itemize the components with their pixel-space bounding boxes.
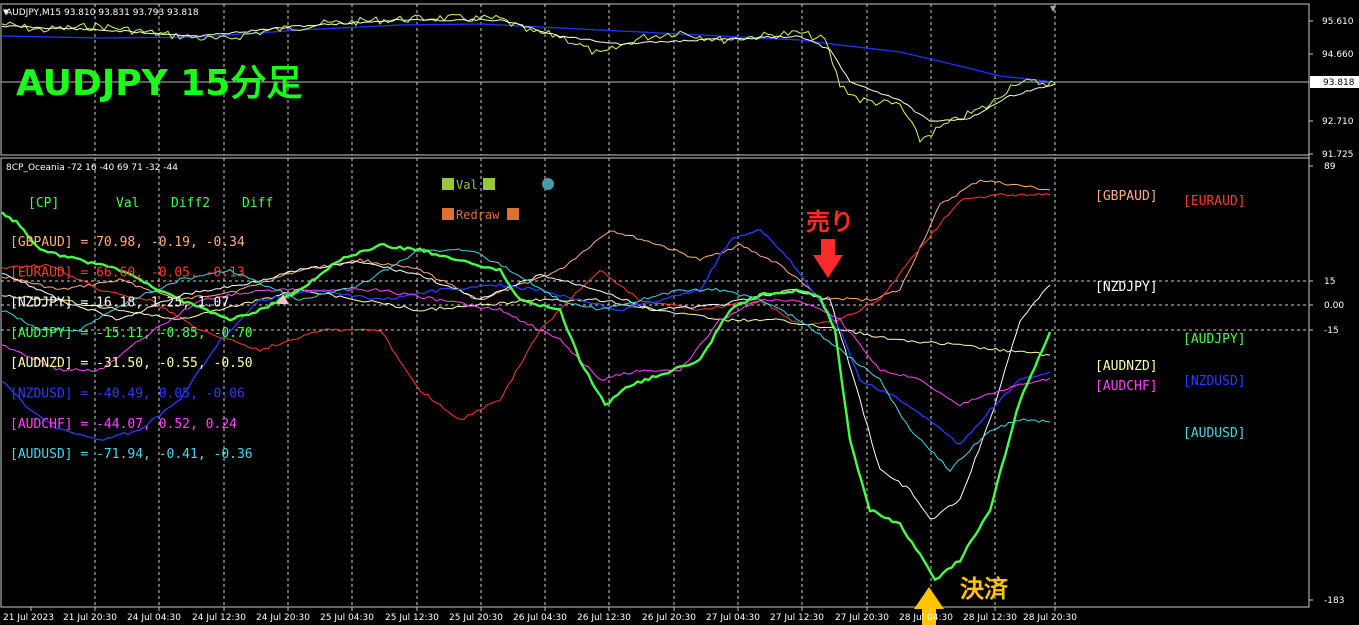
time-label: 25 Jul 12:30	[385, 613, 439, 623]
table-row: [GBPAUD] = 70.98, -0.19, -0.34	[10, 235, 245, 250]
time-label: 26 Jul 20:30	[642, 613, 696, 623]
series-label: [AUDJPY]	[1183, 332, 1246, 347]
time-label: 21 Jul 2023	[3, 613, 54, 623]
time-label: 26 Jul 12:30	[577, 613, 631, 623]
time-label: 24 Jul 04:30	[127, 613, 181, 623]
current-price-label: 93.818	[1323, 78, 1355, 88]
series-label: [AUDNZD]	[1095, 359, 1158, 374]
time-label: 24 Jul 12:30	[192, 613, 246, 623]
settle-annotation: 決済	[960, 575, 1009, 603]
time-label: 27 Jul 20:30	[835, 613, 889, 623]
table-row: [EURAUD] = 66.60, -0.05, -0.13	[10, 265, 245, 280]
scroll-marker-icon[interactable]: ▼	[1050, 4, 1057, 13]
header-cp: [CP]	[28, 196, 59, 211]
time-label: 27 Jul 04:30	[706, 613, 760, 623]
series-label: [AUDCHF]	[1095, 379, 1158, 394]
time-label: 26 Jul 04:30	[513, 613, 567, 623]
val-button-label[interactable]: Val	[456, 178, 478, 192]
table-row: [AUDNZD] = -31.50, -0.55, -0.50	[10, 356, 253, 371]
time-label: 24 Jul 20:30	[256, 613, 310, 623]
indicator-scale: 89 15 0.00 -15 -183	[1309, 162, 1344, 606]
redraw-button-right[interactable]	[507, 208, 519, 220]
table-row: [AUDCHF] = -44.07, 0.52, 0.24	[10, 417, 237, 432]
price-scale-label: 95.610	[1322, 17, 1354, 27]
table-header: [CP] Val Diff2 Diff	[28, 196, 273, 211]
header-val: Val	[116, 196, 139, 211]
redraw-button-label[interactable]: Redraw	[456, 208, 500, 222]
chevron-down-icon[interactable]: ▼	[3, 8, 9, 16]
val-button-left[interactable]	[442, 178, 454, 190]
value-table: [GBPAUD] = 70.98, -0.19, -0.34 [EURAUD] =…	[10, 235, 253, 462]
price-panel: AUDJPY,M15 93.810 93.831 93.793 93.818 ▼…	[1, 4, 1359, 160]
indicator-scale-label: 89	[1324, 162, 1336, 172]
sell-arrow-icon	[813, 239, 843, 278]
time-axis: 21 Jul 2023 21 Jul 20:30 24 Jul 04:30 24 Ju…	[3, 607, 1077, 623]
series-label: [NZDJPY]	[1095, 280, 1158, 295]
time-label: 28 Jul 20:30	[1023, 613, 1077, 623]
series-legend: [GBPAUD] [EURAUD] [NZDJPY] [AUDJPY] [AUDNZD]…	[1095, 189, 1246, 441]
time-label: 28 Jul 04:30	[899, 613, 953, 623]
price-scale-label: 92.710	[1322, 117, 1354, 127]
indicator-panel: 8CP_Oceania -72 16 -40 69 71 -32 -44 89 1…	[1, 162, 1344, 625]
header-diff2: Diff2	[171, 196, 210, 211]
toggle-dot-button[interactable]	[542, 178, 554, 190]
time-label: 25 Jul 04:30	[320, 613, 374, 623]
sell-annotation: 売り	[806, 208, 854, 236]
price-scale: 95.610 94.660 92.710 91.725	[1309, 17, 1354, 160]
time-label: 28 Jul 12:30	[963, 613, 1017, 623]
time-label: 21 Jul 20:30	[63, 613, 117, 623]
price-scale-label: 91.725	[1322, 150, 1354, 160]
price-panel-title: AUDJPY 15分足	[16, 63, 302, 104]
indicator-scale-label: 0.00	[1324, 301, 1344, 311]
series-label: [EURAUD]	[1183, 194, 1246, 209]
chart-window[interactable]: AUDJPY,M15 93.810 93.831 93.793 93.818 ▼…	[0, 0, 1359, 625]
val-button-right[interactable]	[483, 178, 495, 190]
time-label: 27 Jul 12:30	[770, 613, 824, 623]
header-diff: Diff	[242, 196, 273, 211]
series-label: [NZDUSD]	[1183, 374, 1246, 389]
indicator-scale-label: -183	[1324, 596, 1344, 606]
table-row: [NZDJPY] = 16.18, 1.25, 1.07	[10, 296, 229, 311]
indicator-panel-header: 8CP_Oceania -72 16 -40 69 71 -32 -44	[6, 163, 178, 173]
time-label: 25 Jul 20:30	[449, 613, 503, 623]
series-label: [GBPAUD]	[1095, 189, 1158, 204]
price-panel-header: AUDJPY,M15 93.810 93.831 93.793 93.818	[6, 8, 199, 18]
series-label: [AUDUSD]	[1183, 426, 1246, 441]
table-row: [NZDUSD] = -40.49, 0.05, -0.06	[10, 387, 245, 402]
indicator-scale-label: -15	[1324, 326, 1339, 336]
price-scale-label: 94.660	[1322, 50, 1354, 60]
table-row: [AUDJPY] = -15.11, -0.85, -0.70	[10, 326, 253, 341]
table-row: [AUDUSD] = -71.94, -0.41, -0.36	[10, 447, 253, 462]
indicator-scale-label: 15	[1324, 277, 1335, 287]
redraw-button-left[interactable]	[442, 208, 454, 220]
